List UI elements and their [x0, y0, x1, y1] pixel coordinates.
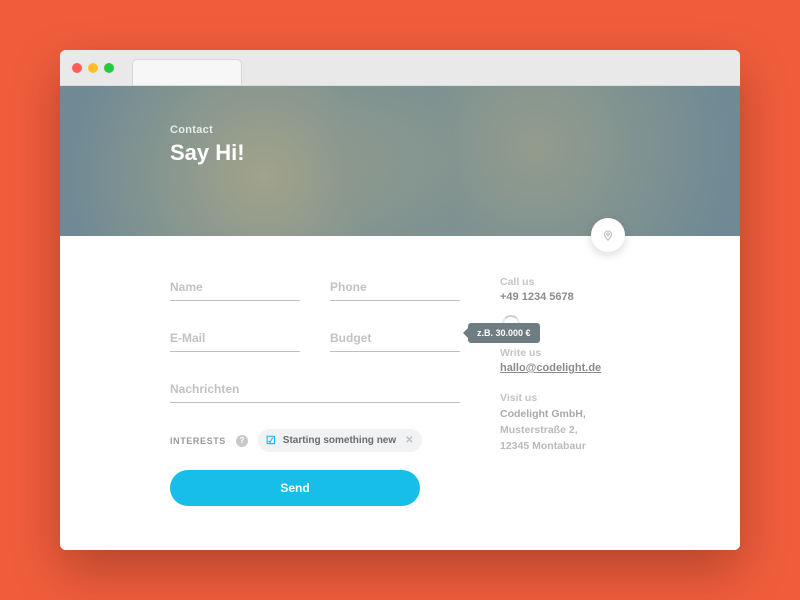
- window-controls: [72, 63, 114, 73]
- phone-number[interactable]: +49 1234 5678: [500, 291, 680, 303]
- interests-row: INTERESTS ? ☑ Starting something new ✕: [170, 429, 460, 452]
- content: z.B. 30.000 € INTERESTS ? ☑ Starting som…: [60, 236, 740, 550]
- page-title: Say Hi!: [170, 140, 740, 166]
- message-input[interactable]: [170, 378, 460, 403]
- email-input[interactable]: [170, 327, 300, 352]
- interest-chip-label: Starting something new: [283, 435, 396, 446]
- address-city: 12345 Montabaur: [500, 439, 680, 455]
- hero-eyebrow: Contact: [170, 124, 740, 136]
- map-pin-icon: [601, 228, 615, 242]
- call-us-label: Call us: [500, 276, 680, 288]
- address-company: Codelight GmbH,: [500, 407, 680, 423]
- close-window-button[interactable]: [72, 63, 82, 73]
- budget-input[interactable]: [330, 327, 460, 352]
- budget-hint-tooltip: z.B. 30.000 €: [468, 323, 540, 343]
- contact-info: Call us +49 1234 5678 Write us hallo@cod…: [500, 276, 680, 520]
- address-street: Musterstraße 2,: [500, 423, 680, 439]
- remove-chip-icon[interactable]: ✕: [405, 435, 413, 446]
- send-button[interactable]: Send: [170, 470, 420, 506]
- phone-input[interactable]: [330, 276, 460, 301]
- email-link[interactable]: hallo@codelight.de: [500, 362, 601, 374]
- write-us-label: Write us: [500, 347, 680, 359]
- browser-window: Contact Say Hi!: [60, 50, 740, 550]
- interests-label: INTERESTS: [170, 436, 226, 446]
- minimize-window-button[interactable]: [88, 63, 98, 73]
- visit-us-label: Visit us: [500, 392, 680, 404]
- help-icon[interactable]: ?: [236, 435, 248, 447]
- browser-tab[interactable]: [132, 59, 242, 85]
- maximize-window-button[interactable]: [104, 63, 114, 73]
- interest-chip[interactable]: ☑ Starting something new ✕: [258, 429, 422, 452]
- check-icon: ☑: [266, 434, 276, 447]
- browser-chrome: [60, 50, 740, 86]
- name-input[interactable]: [170, 276, 300, 301]
- page: Contact Say Hi!: [60, 86, 740, 550]
- hero: Contact Say Hi!: [60, 86, 740, 236]
- contact-form: z.B. 30.000 € INTERESTS ? ☑ Starting som…: [170, 276, 460, 520]
- location-pin-badge[interactable]: [591, 218, 625, 252]
